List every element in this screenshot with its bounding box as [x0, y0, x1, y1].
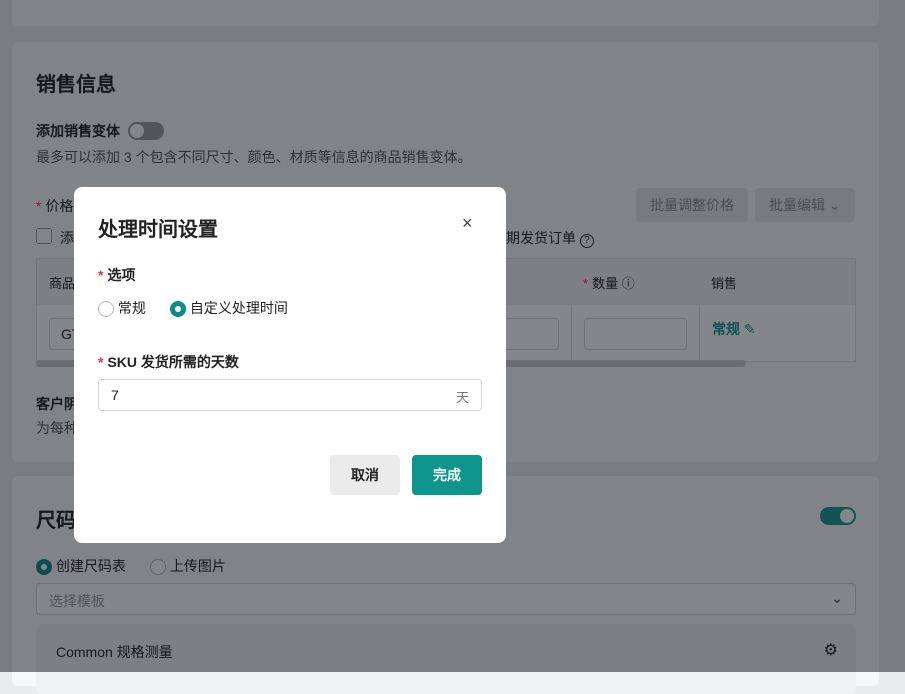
option-label: 选项: [107, 267, 136, 283]
radio-custom[interactable]: 自定义处理时间: [170, 298, 288, 318]
confirm-button[interactable]: 完成: [412, 455, 482, 495]
days-label: SKU 发货所需的天数: [107, 354, 239, 370]
close-icon[interactable]: ×: [462, 213, 473, 234]
processing-time-dialog: 处理时间设置 × * 选项 常规 自定义处理时间 * SKU 发货所需的天数 7天 …: [74, 187, 506, 543]
radio-custom-label: 自定义处理时间: [189, 300, 288, 316]
cancel-button[interactable]: 取消: [330, 455, 400, 495]
radio-regular-label: 常规: [117, 300, 146, 316]
dialog-title: 处理时间设置: [98, 219, 218, 241]
radio-regular[interactable]: 常规: [98, 298, 146, 318]
days-input[interactable]: 7天: [98, 379, 482, 411]
days-value: 7: [111, 387, 119, 403]
days-unit: 天: [455, 390, 469, 405]
